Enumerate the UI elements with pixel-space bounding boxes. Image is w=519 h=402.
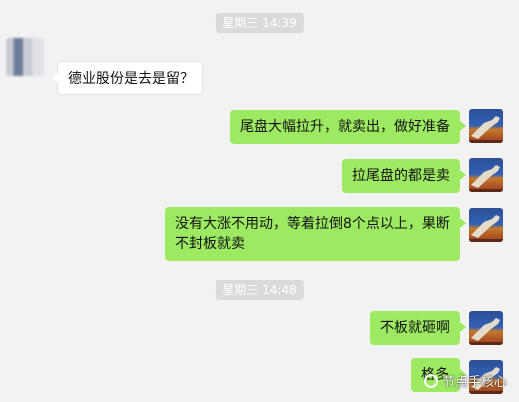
timestamp: 星期三 14:39 [215,13,304,33]
watermark: 节点手核心 [423,371,507,390]
message-bubble-incoming: 德业股份是去是留？ [52,61,203,95]
wechat-channel-icon [423,373,438,388]
message-bubble-outgoing: 尾盘大幅拉升，就卖出，做好准备 [230,110,466,144]
message-bubble-outgoing: 不板就砸啊 [370,311,466,345]
user-avatar[interactable] [469,109,503,143]
watermark-text: 节点手核心 [441,375,507,390]
message-bubble-outgoing: 没有大涨不用动，等着拉倒8个点以上，果断不封板就卖 [165,207,466,261]
timestamp: 星期三 14:48 [215,280,304,300]
sculpture-icon [469,165,503,192]
user-avatar[interactable] [469,208,503,242]
sculpture-icon [469,116,503,143]
user-avatar[interactable] [469,311,503,345]
message-bubble-outgoing: 拉尾盘的都是卖 [342,159,466,193]
contact-avatar[interactable] [6,38,44,76]
sculpture-icon [469,318,503,345]
sculpture-icon [469,215,503,242]
user-avatar[interactable] [469,158,503,192]
